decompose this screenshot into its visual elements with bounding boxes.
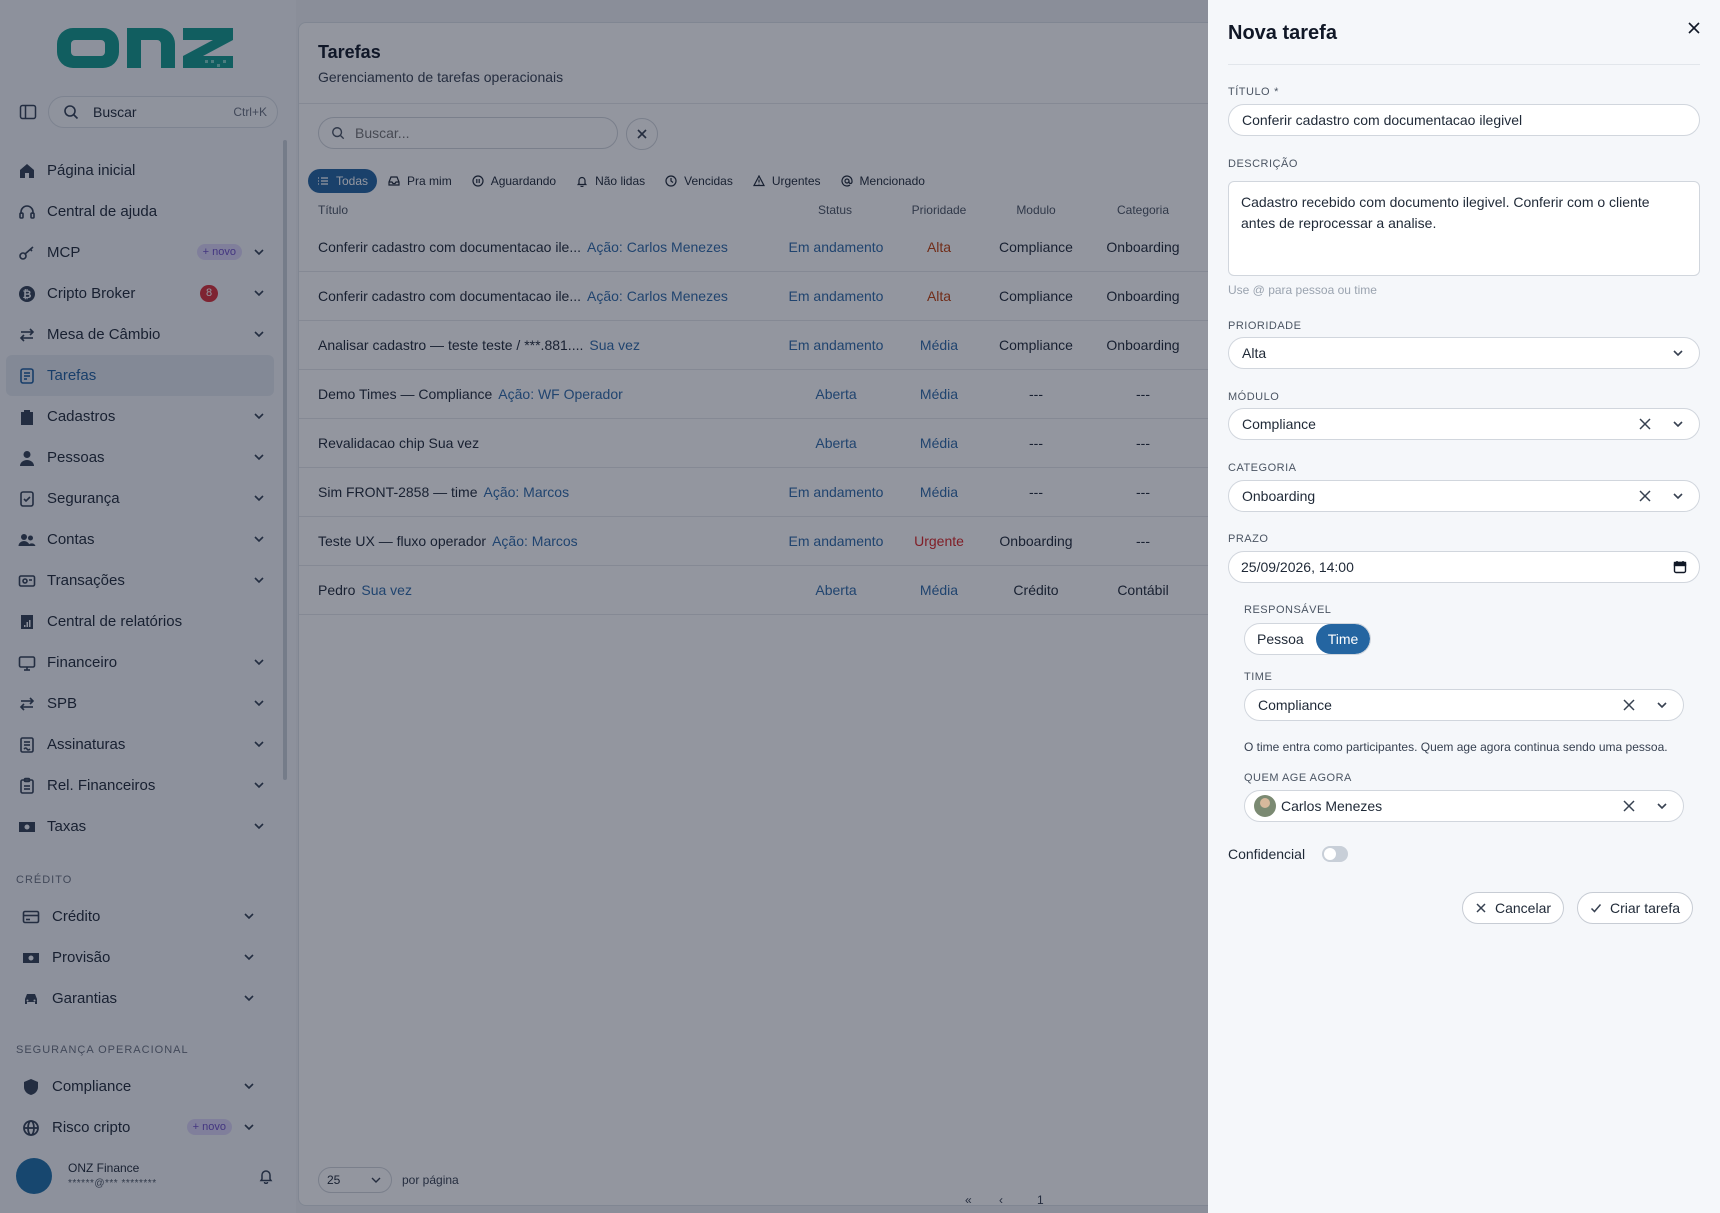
chevron-down-icon [1671,417,1685,431]
title-input[interactable]: Conferir cadastro com documentacao ilegi… [1228,104,1700,136]
module-select[interactable]: Compliance [1228,408,1700,440]
responsible-option-pessoa[interactable]: Pessoa [1245,624,1316,654]
chevron-down-icon [1655,799,1669,813]
required-mark: * [1274,86,1279,98]
category-select-value: Onboarding [1242,488,1316,504]
clear-icon[interactable] [1639,418,1651,430]
module-field-label: MÓDULO [1228,391,1280,403]
deadline-field-label: PRAZO [1228,533,1269,545]
responsible-field-label: RESPONSÁVEL [1244,604,1332,616]
description-textarea[interactable]: Cadastro recebido com documento ilegivel… [1228,181,1700,276]
category-select[interactable]: Onboarding [1228,480,1700,512]
priority-select-value: Alta [1242,345,1267,361]
team-note: O time entra como participantes. Quem ag… [1244,740,1668,754]
actor-field-label: QUEM AGE AGORA [1244,772,1352,784]
deadline-input[interactable]: 25/09/2026, 14:00 [1228,551,1700,583]
close-icon[interactable] [1686,20,1702,36]
drawer-title: Nova tarefa [1228,22,1337,44]
title-field-label: TÍTULO * [1228,86,1279,98]
responsible-option-time[interactable]: Time [1315,624,1371,654]
team-select-value: Compliance [1258,697,1332,713]
team-select[interactable]: Compliance [1244,689,1684,721]
confidential-toggle[interactable] [1322,846,1348,862]
create-task-button-label: Criar tarefa [1610,900,1681,916]
category-field-label: CATEGORIA [1228,462,1297,474]
divider [1228,64,1700,65]
create-task-button[interactable]: Criar tarefa [1577,892,1694,924]
calendar-icon[interactable] [1673,560,1687,574]
chevron-down-icon [1671,346,1685,360]
clear-icon[interactable] [1623,800,1635,812]
chevron-down-icon [1671,489,1685,503]
actor-select-value: Carlos Menezes [1281,798,1383,814]
cancel-button[interactable]: Cancelar [1462,892,1565,924]
check-icon [1590,902,1610,914]
clear-icon[interactable] [1623,699,1635,711]
confidential-label: Confidencial [1228,846,1306,862]
module-select-value: Compliance [1242,416,1316,432]
avatar [1254,795,1276,817]
description-hint: Use @ para pessoa ou time [1228,283,1377,297]
close-icon [1475,902,1495,914]
cancel-button-label: Cancelar [1495,900,1552,916]
deadline-input-value: 25/09/2026, 14:00 [1241,559,1354,575]
new-task-drawer: Nova tarefa TÍTULO * Conferir cadastro co… [1208,0,1720,1213]
title-input-value: Conferir cadastro com documentacao ilegi… [1242,112,1523,128]
priority-field-label: PRIORIDADE [1228,320,1302,332]
responsible-toggle: Pessoa Time [1244,623,1372,655]
clear-icon[interactable] [1639,490,1651,502]
description-field-label: DESCRIÇÃO [1228,158,1298,170]
actor-select[interactable]: Carlos Menezes [1244,790,1684,822]
team-field-label: TIME [1244,671,1273,683]
title-label-text: TÍTULO [1228,86,1271,98]
priority-select[interactable]: Alta [1228,337,1700,369]
chevron-down-icon [1655,698,1669,712]
